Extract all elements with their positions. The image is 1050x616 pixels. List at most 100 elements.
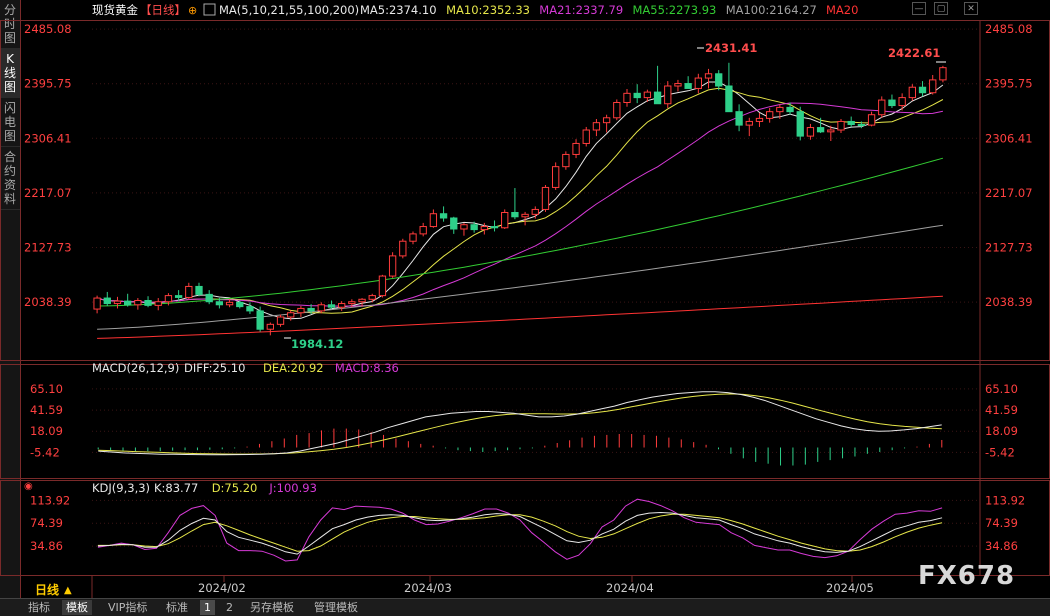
candle-body	[164, 295, 173, 303]
macd-value: DEA:20.92	[263, 361, 324, 375]
kdj-axis-label-right: 34.86	[985, 539, 1018, 553]
ma-value: MA21:2337.79	[539, 3, 623, 17]
month-label: 2024/02	[198, 581, 246, 595]
macd-panel	[97, 391, 943, 466]
period-selector[interactable]: 日线	[35, 582, 59, 597]
candle-body	[704, 73, 713, 79]
kdj-panel	[97, 498, 943, 562]
candle-body	[378, 275, 387, 297]
kdj-axis-label-right: 74.39	[985, 516, 1018, 530]
candle-body	[185, 285, 193, 298]
kdj-axis-label-left: 74.39	[30, 516, 63, 530]
ma-line-ma5	[96, 81, 944, 320]
price-axis-label-right: 2306.41	[985, 131, 1033, 145]
ma-line-ma55	[97, 157, 944, 307]
candle-body	[113, 300, 122, 305]
kdj-k-line	[97, 511, 943, 555]
candle-body	[439, 213, 448, 219]
candle-body	[908, 86, 916, 99]
symbol-title: 现货黄金	[92, 3, 138, 17]
macd-label: MACD(26,12,9)	[92, 361, 179, 375]
candle-body	[552, 166, 560, 188]
candle-body	[134, 300, 142, 306]
candle-body	[878, 99, 886, 116]
low-label: 1984.12	[291, 337, 343, 351]
tab-page-2[interactable]: 2	[222, 600, 237, 615]
kdj-axis-label-right: 113.92	[985, 493, 1025, 507]
candle-body	[939, 67, 947, 81]
candle-body	[776, 106, 784, 113]
candlestick-chart: 2485.08 2485.08 2395.75 2395.75 2306.41 2306.…	[0, 0, 1050, 598]
minimize-icon[interactable]: —	[912, 2, 926, 15]
high1-label: 2431.41	[705, 41, 757, 55]
candle-body	[735, 111, 743, 126]
tab-standard[interactable]: 标准	[162, 600, 192, 615]
watermark-logo: FX678	[918, 561, 1016, 591]
candle-body	[562, 153, 570, 168]
candle-body	[236, 301, 244, 308]
macd-axis-label-left: 65.10	[30, 382, 63, 396]
kdj-settings-icon[interactable]: ◉	[24, 481, 33, 492]
manage-template-button[interactable]: 管理模板	[310, 600, 362, 615]
candle-body	[715, 73, 723, 87]
price-axis-label-left: 2127.73	[24, 240, 72, 254]
tab-vip-indicator[interactable]: VIP指标	[104, 600, 151, 615]
kdj-j-line	[97, 498, 943, 562]
candle-body	[124, 300, 132, 306]
close-icon[interactable]: ✕	[964, 2, 978, 15]
candle-body	[511, 212, 519, 218]
ma-settings-icon[interactable]	[203, 3, 216, 16]
candle-body	[898, 97, 906, 107]
candle-body	[93, 297, 101, 310]
candle-body	[643, 91, 652, 99]
candle-body	[827, 129, 835, 133]
candle-body	[816, 127, 825, 133]
kdj-value: D:75.20	[212, 481, 258, 495]
month-label: 2024/05	[826, 581, 874, 595]
candle-body	[929, 79, 937, 94]
candle-body	[195, 285, 203, 295]
macd-axis-label-left: 41.59	[30, 403, 63, 417]
tab-indicator[interactable]: 指标	[24, 600, 54, 615]
candle-body	[786, 106, 794, 113]
candle-body	[867, 114, 876, 126]
candle-body	[287, 312, 295, 318]
macd-axis-label-right: 18.09	[985, 424, 1018, 438]
period-label: 【日线】	[140, 3, 186, 17]
chevron-up-icon[interactable]: ▲	[64, 585, 72, 596]
settings-icon[interactable]: ⊕	[188, 4, 197, 17]
macd-dea-line	[98, 393, 942, 455]
candle-body	[857, 124, 866, 126]
candle-body	[266, 323, 274, 330]
candle-body	[602, 117, 611, 124]
ma-line-ma100	[97, 224, 943, 330]
price-axis-label-left: 2485.08	[24, 22, 72, 36]
candle-body	[419, 226, 427, 235]
high2-label: 2422.61	[888, 46, 940, 60]
candle-body	[409, 233, 417, 242]
candle-body	[501, 212, 509, 229]
candle-body	[755, 117, 764, 122]
footer-toolbar: 指标 模板 VIP指标 标准 1 2 另存模板 管理模板	[0, 598, 1050, 616]
ma-value: MA10:2352.33	[446, 3, 530, 17]
kdj-label: KDJ(9,3,3)	[92, 481, 150, 495]
candle-body	[582, 129, 590, 144]
price-axis-label-left: 2217.07	[24, 186, 72, 200]
candle-body	[470, 224, 478, 231]
candle-body	[368, 295, 376, 300]
price-axis-label-right: 2038.39	[985, 295, 1033, 309]
save-as-template-button[interactable]: 另存模板	[246, 600, 298, 615]
ma-line-ma10	[96, 87, 944, 314]
candle-body	[541, 186, 550, 210]
candle-body	[745, 120, 753, 126]
tab-template[interactable]: 模板	[62, 600, 92, 615]
macd-axis-label-left: 18.09	[30, 424, 63, 438]
restore-icon[interactable]: ▢	[934, 2, 948, 15]
candle-body	[297, 307, 305, 314]
candle-body	[806, 127, 815, 137]
tab-page-1[interactable]: 1	[200, 600, 215, 615]
candle-body	[205, 293, 213, 303]
price-axis-label-right: 2127.73	[985, 240, 1033, 254]
candle-body	[460, 224, 468, 230]
candle-body	[307, 307, 315, 312]
